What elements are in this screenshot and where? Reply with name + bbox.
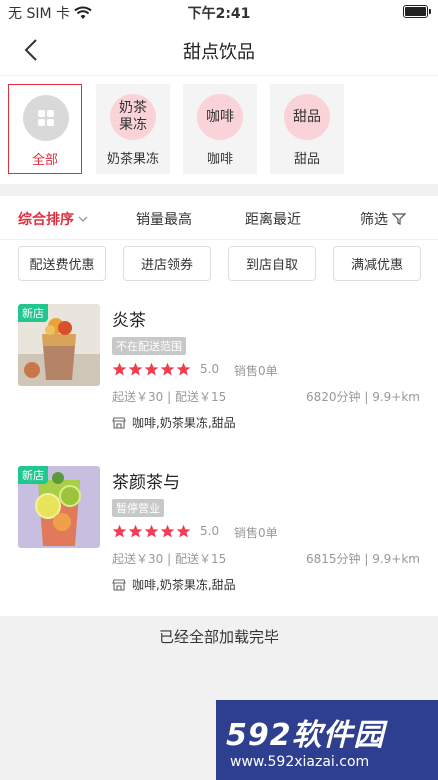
category-circle: 甜品 <box>284 94 330 140</box>
filter-icon <box>392 213 406 225</box>
sort-bar: 综合排序 销量最高 距离最近 筛选 <box>0 196 438 240</box>
star-icon <box>176 362 191 376</box>
star-icon <box>112 524 127 538</box>
shop-card[interactable]: 新店 茶颜茶与 暂停营业 5.0 销售0单 起送￥30 | 配送￥15 6815… <box>0 450 438 614</box>
delivery-fees: 起送￥30 | 配送￥15 <box>112 390 227 404</box>
nav-bar: 甜点饮品 <box>0 24 438 76</box>
category-all[interactable]: 全部 <box>8 84 82 174</box>
status-badge: 不在配送范围 <box>112 337 186 355</box>
delivery-distance: 6820分钟 | 9.9+km <box>306 390 420 404</box>
status-bar: 无 SIM 卡 下午2:41 <box>0 0 438 24</box>
clock: 下午2:41 <box>187 6 251 22</box>
category-label: 奶茶果冻 <box>106 152 159 167</box>
chip-pickup[interactable]: 到店自取 <box>228 246 316 281</box>
star-rating <box>112 524 191 539</box>
star-icon <box>144 362 159 376</box>
new-store-badge: 新店 <box>18 304 48 322</box>
sales-count: 销售0单 <box>234 364 278 378</box>
shop-tags: 咖啡,奶茶果冻,甜品 <box>112 414 236 431</box>
new-store-badge: 新店 <box>18 466 48 484</box>
shop-list: 新店 炎茶 不在配送范围 5.0 销售0单 起送￥30 | 配送￥15 6820… <box>0 288 438 616</box>
category-dessert[interactable]: 甜品 甜品 <box>270 84 344 174</box>
watermark-url: www.592xiazai.com <box>230 754 370 770</box>
star-icon <box>176 524 191 538</box>
filter-button[interactable]: 筛选 <box>360 209 406 229</box>
end-of-list-text: 已经全部加载完毕 <box>158 628 279 646</box>
shop-name: 茶颜茶与 <box>112 473 180 493</box>
promo-chip-bar: 配送费优惠 进店领券 到店自取 满减优惠 <box>0 240 438 288</box>
sales-count: 销售0单 <box>234 526 278 540</box>
shop-card[interactable]: 新店 炎茶 不在配送范围 5.0 销售0单 起送￥30 | 配送￥15 6820… <box>0 288 438 452</box>
sort-sales[interactable]: 销量最高 <box>136 209 192 229</box>
sort-distance[interactable]: 距离最近 <box>245 209 301 229</box>
category-coffee[interactable]: 咖啡 咖啡 <box>183 84 257 174</box>
category-circle: 咖啡 <box>197 94 243 140</box>
battery-icon <box>403 5 431 18</box>
star-icon <box>160 524 175 538</box>
shop-name: 炎茶 <box>112 311 146 331</box>
category-label: 甜品 <box>293 152 320 167</box>
chip-store-coupon[interactable]: 进店领券 <box>123 246 211 281</box>
store-icon <box>112 578 126 591</box>
star-icon <box>128 524 143 538</box>
category-label: 咖啡 <box>206 152 233 167</box>
grid-icon <box>23 95 69 141</box>
category-label: 全部 <box>31 153 58 168</box>
delivery-fees: 起送￥30 | 配送￥15 <box>112 552 227 566</box>
rating-value: 5.0 <box>200 362 220 376</box>
delivery-distance: 6815分钟 | 9.9+km <box>306 552 420 566</box>
star-icon <box>128 362 143 376</box>
star-icon <box>144 524 159 538</box>
site-watermark: 592软件园 www.592xiazai.com <box>216 700 438 780</box>
category-circle: 奶茶果冻 <box>110 94 156 140</box>
star-icon <box>112 362 127 376</box>
rating-value: 5.0 <box>200 524 220 538</box>
watermark-brand: 592软件园 <box>226 718 385 753</box>
chip-delivery-discount[interactable]: 配送费优惠 <box>18 246 106 281</box>
category-milk-tea-jelly[interactable]: 奶茶果冻 奶茶果冻 <box>96 84 170 174</box>
shop-thumbnail: 新店 <box>18 304 100 386</box>
star-rating <box>112 362 191 377</box>
status-badge: 暂停营业 <box>112 499 164 517</box>
store-icon <box>112 416 126 429</box>
star-icon <box>160 362 175 376</box>
category-strip: 全部 奶茶果冻 奶茶果冻 咖啡 咖啡 甜品 甜品 <box>0 76 438 184</box>
page-title: 甜点饮品 <box>183 42 255 63</box>
shop-tags: 咖啡,奶茶果冻,甜品 <box>112 576 236 593</box>
shop-thumbnail: 新店 <box>18 466 100 548</box>
divider-band <box>0 184 438 196</box>
chip-full-reduction[interactable]: 满减优惠 <box>333 246 421 281</box>
chevron-down-icon <box>78 216 88 222</box>
sort-comprehensive[interactable]: 综合排序 <box>18 209 88 229</box>
